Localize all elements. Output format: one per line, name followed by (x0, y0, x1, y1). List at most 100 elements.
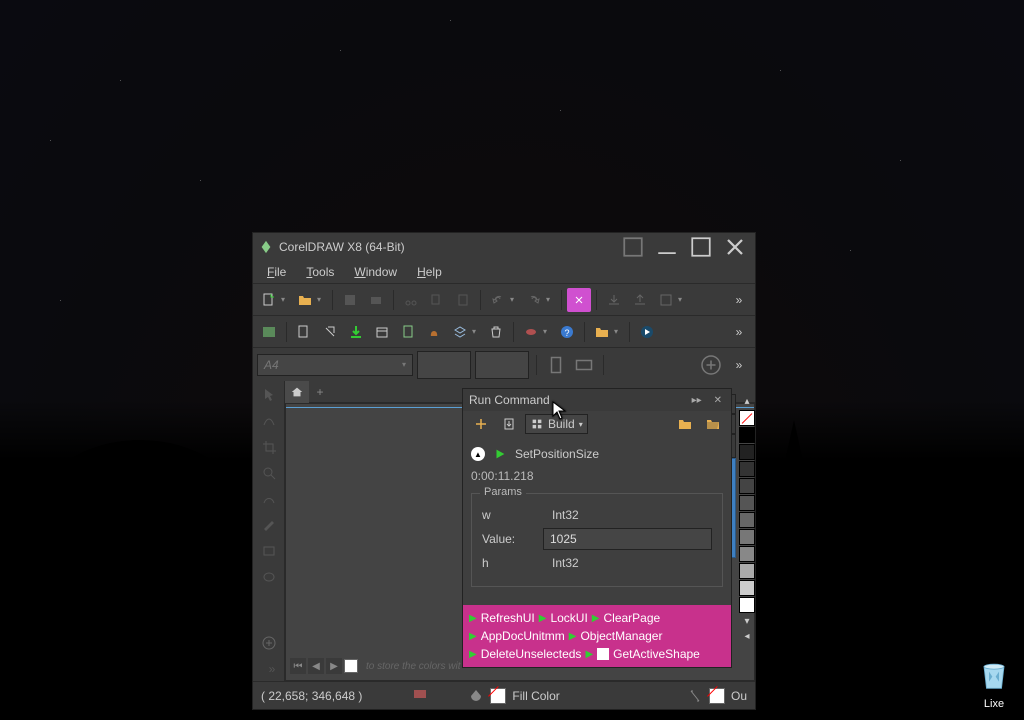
swatch-white[interactable] (739, 597, 755, 613)
palette-down[interactable]: ▾ (737, 614, 757, 629)
width-spinner[interactable] (417, 351, 471, 379)
swatch-10k[interactable] (739, 580, 755, 596)
download-button[interactable] (344, 320, 368, 344)
menu-file[interactable]: File (259, 263, 294, 281)
folder-button[interactable]: ▾ (590, 320, 624, 344)
rectangle-tool[interactable] (257, 539, 281, 563)
zoom-tool[interactable] (257, 461, 281, 485)
redo-button[interactable]: ▾ (522, 288, 556, 312)
calendar-button[interactable] (370, 320, 394, 344)
page-prev[interactable]: ◀ (308, 658, 324, 674)
param-value-input[interactable] (543, 528, 712, 550)
swatch-40k[interactable] (739, 529, 755, 545)
height-spinner[interactable] (475, 351, 529, 379)
recycle-bin[interactable]: Lixe (974, 655, 1014, 710)
freehand-tool[interactable] (257, 487, 281, 511)
maximize-button[interactable] (687, 233, 715, 261)
titlebar: CorelDRAW X8 (64-Bit) (253, 233, 755, 261)
open-folder2-button[interactable] (701, 412, 725, 436)
add-button[interactable] (699, 353, 723, 377)
export-html-button[interactable] (292, 320, 316, 344)
swatch-50k[interactable] (739, 512, 755, 528)
swatch-black[interactable] (739, 427, 755, 443)
page-first[interactable]: ⏮ (290, 658, 306, 674)
swatch-80k[interactable] (739, 461, 755, 477)
page-next[interactable]: ▶ (326, 658, 342, 674)
export-button[interactable] (628, 288, 652, 312)
portrait-button[interactable] (544, 353, 568, 377)
cloud-button[interactable] (422, 320, 446, 344)
swatch-90k[interactable] (739, 444, 755, 460)
new-macro-button[interactable] (469, 412, 493, 436)
quick-clearpage[interactable]: ▶ClearPage (592, 611, 660, 625)
navigator-icon[interactable] (412, 686, 428, 705)
quick-appdocunit[interactable]: ▶AppDocUnitmm (469, 629, 565, 643)
registration-icon[interactable] (619, 233, 647, 261)
quick-objectmanager[interactable]: ▶ObjectManager (569, 629, 663, 643)
menu-tools[interactable]: Tools (298, 263, 342, 281)
cut-button[interactable] (399, 288, 423, 312)
swatch-30k[interactable] (739, 546, 755, 562)
publish-button[interactable]: ▾ (654, 288, 688, 312)
menu-window[interactable]: Window (346, 263, 405, 281)
docker-header[interactable]: Run Command ▸▸ ✕ (463, 389, 731, 411)
paper-size-combo[interactable]: A4▾ (257, 354, 413, 376)
palette-up[interactable]: ▴ (737, 394, 757, 409)
link-button[interactable] (318, 320, 342, 344)
open-folder-button[interactable] (673, 412, 697, 436)
quick-lockui[interactable]: ▶LockUI (539, 611, 588, 625)
runcommand-icon[interactable] (635, 320, 659, 344)
outline-indicator[interactable]: Ou (687, 688, 747, 704)
close-button[interactable] (721, 233, 749, 261)
ellipse-tool[interactable] (257, 565, 281, 589)
menubar: File Tools Window Help (253, 261, 755, 283)
layers-button[interactable]: ▾ (448, 320, 482, 344)
quick-getactiveshape[interactable]: ▶GetActiveShape (585, 647, 699, 661)
trash-button[interactable] (484, 320, 508, 344)
toolbox-add[interactable] (257, 631, 281, 655)
swatch-nofill[interactable] (739, 410, 755, 426)
home-tab[interactable] (285, 381, 309, 403)
property-bar: A4▾ » (253, 347, 755, 381)
docker-close-button[interactable]: ✕ (711, 395, 725, 406)
notes-button[interactable] (396, 320, 420, 344)
landscape-button[interactable] (572, 353, 596, 377)
swatch-20k[interactable] (739, 563, 755, 579)
copy-button[interactable] (425, 288, 449, 312)
undo-button[interactable]: ▾ (486, 288, 520, 312)
pick-tool[interactable] (257, 383, 281, 407)
print-button[interactable] (364, 288, 388, 312)
toolbar2-overflow[interactable]: » (727, 320, 751, 344)
open-button[interactable]: ▾ (293, 288, 327, 312)
save-button[interactable] (338, 288, 362, 312)
swatch-60k[interactable] (739, 495, 755, 511)
paste-button[interactable] (451, 288, 475, 312)
help-button[interactable]: ? (555, 320, 579, 344)
propbar-overflow[interactable]: » (727, 353, 751, 377)
search-content-button[interactable] (567, 288, 591, 312)
artisticmedia-tool[interactable] (257, 513, 281, 537)
crop-tool[interactable] (257, 435, 281, 459)
shape-tool[interactable] (257, 409, 281, 433)
play-icon[interactable] (493, 447, 507, 461)
nooutline-icon (709, 688, 725, 704)
command-row[interactable]: SetPositionSize (471, 443, 723, 465)
import-button[interactable] (602, 288, 626, 312)
swatch-70k[interactable] (739, 478, 755, 494)
quick-refreshui[interactable]: ▶RefreshUI (469, 611, 535, 625)
quick-deleteunselecteds[interactable]: ▶DeleteUnselecteds (469, 647, 581, 661)
new-tab-button[interactable]: + (309, 381, 331, 403)
macro-manager-button[interactable] (257, 320, 281, 344)
docker-collapse-button[interactable]: ▸▸ (689, 395, 705, 406)
toolbar-overflow[interactable]: » (727, 288, 751, 312)
routine-icon (471, 447, 485, 461)
minimize-button[interactable] (653, 233, 681, 261)
palette-flyout[interactable]: ◂ (737, 629, 757, 644)
object-button[interactable]: ▾ (519, 320, 553, 344)
new-button[interactable]: ▾ (257, 288, 291, 312)
outline-label: Ou (731, 689, 747, 703)
save-macro-button[interactable] (497, 412, 521, 436)
fill-indicator[interactable]: Fill Color (468, 688, 559, 704)
menu-help[interactable]: Help (409, 263, 450, 281)
toolbox-overflow[interactable]: » (260, 657, 284, 681)
